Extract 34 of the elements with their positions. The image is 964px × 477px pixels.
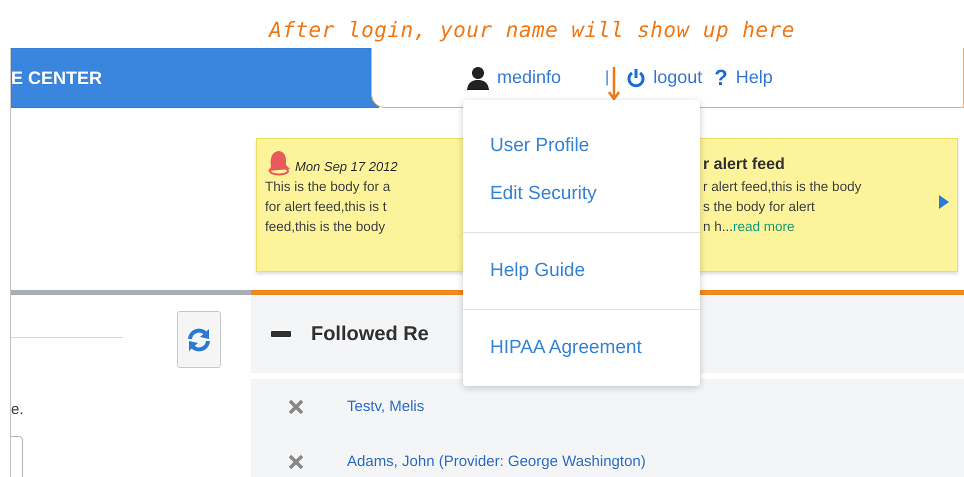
- brand-title: E CENTER: [11, 68, 102, 88]
- partial-text: e.: [11, 401, 25, 418]
- followed-link[interactable]: Testv, Melis: [347, 398, 424, 415]
- read-more-link[interactable]: read more: [733, 217, 795, 237]
- logout-link[interactable]: logout: [653, 67, 702, 88]
- alert-body-text: n h...: [703, 218, 734, 236]
- username-link[interactable]: medinfo: [497, 67, 562, 88]
- alert-body-text: s the body for alert: [703, 198, 816, 216]
- alert-body-text: for alert feed,this is t: [265, 198, 388, 216]
- separator-text: |: [605, 68, 610, 86]
- followed-link[interactable]: Adams, John (Provider: George Washington): [347, 453, 646, 470]
- menu-item[interactable]: Edit Security: [463, 170, 700, 218]
- menu-item[interactable]: User Profile: [463, 122, 700, 170]
- collapse-icon[interactable]: [271, 331, 291, 337]
- help-icon: ?: [714, 64, 728, 90]
- user-icon: [467, 66, 489, 90]
- power-icon: [627, 68, 646, 88]
- close-icon[interactable]: [289, 454, 303, 468]
- next-icon[interactable]: [939, 195, 949, 209]
- section-title: Followed Re: [311, 322, 429, 346]
- alert-date: Mon Sep 17 2012: [295, 158, 398, 176]
- alert-body-text: r alert feed,this is the body: [703, 178, 862, 196]
- refresh-icon: [186, 326, 212, 352]
- menu-item[interactable]: HIPAA Agreement: [463, 324, 700, 372]
- alert-body-text: This is the body for a: [265, 178, 392, 196]
- annotation-text: After login, your name will show up here: [269, 18, 795, 44]
- alert-title: r alert feed: [703, 155, 786, 175]
- input-field[interactable]: [11, 436, 23, 477]
- close-icon[interactable]: [289, 400, 303, 414]
- alert-body-text: feed,this is the body: [265, 218, 386, 236]
- menu-item[interactable]: Help Guide: [463, 247, 700, 295]
- arrow-icon: [607, 66, 621, 102]
- refresh-button[interactable]: [177, 311, 221, 368]
- help-link[interactable]: Help: [736, 67, 773, 88]
